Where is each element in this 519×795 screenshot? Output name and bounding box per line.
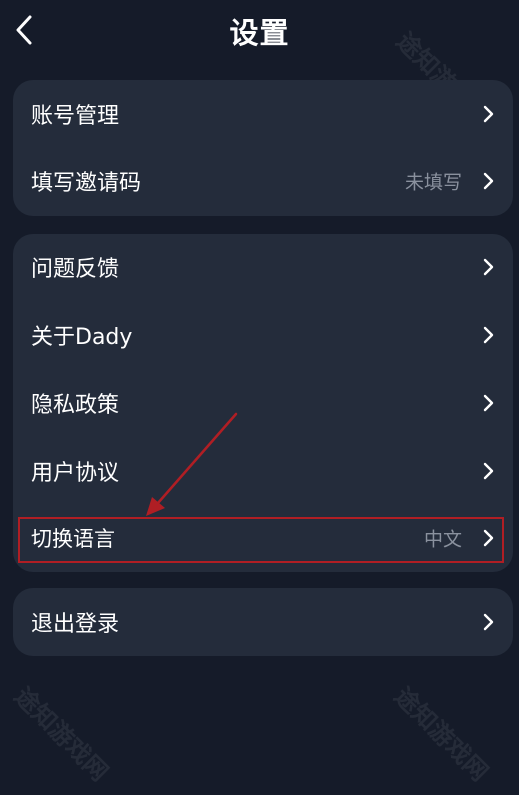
user-agreement-item[interactable]: 用户协议 — [13, 441, 513, 501]
switch-language-label: 切换语言 — [31, 527, 115, 551]
invite-code-item[interactable]: 填写邀请码 未填写 — [13, 151, 513, 211]
top-bar: 设置 — [0, 0, 519, 62]
feedback-item[interactable]: 问题反馈 — [13, 237, 513, 297]
page-title: 设置 — [229, 16, 290, 50]
logout-label: 退出登录 — [31, 612, 120, 637]
switch-language-item[interactable]: 切换语言 中文 — [13, 508, 513, 568]
chevron-right-icon — [483, 529, 494, 547]
logout-item[interactable]: 退出登录 — [13, 592, 513, 652]
info-settings-card: 问题反馈 关于Dady 隐私政策 用户协议 切换语言 中文 — [13, 234, 513, 572]
account-management-item[interactable]: 账号管理 — [13, 84, 513, 144]
chevron-right-icon — [483, 172, 494, 190]
chevron-right-icon — [483, 258, 494, 276]
current-language-value: 中文 — [423, 528, 462, 551]
account-management-label: 账号管理 — [31, 104, 120, 129]
privacy-policy-item[interactable]: 隐私政策 — [13, 373, 513, 433]
privacy-policy-label: 隐私政策 — [31, 393, 120, 418]
about-label: 关于Dady — [31, 325, 133, 350]
invite-code-status: 未填写 — [404, 171, 462, 194]
chevron-right-icon — [483, 326, 494, 344]
chevron-right-icon — [483, 462, 494, 480]
watermark: 途知游戏网 — [388, 681, 494, 787]
watermark: 途知游戏网 — [8, 681, 114, 787]
chevron-right-icon — [483, 105, 494, 123]
about-item[interactable]: 关于Dady — [13, 305, 513, 365]
account-settings-card: 账号管理 填写邀请码 未填写 — [13, 80, 513, 216]
chevron-right-icon — [483, 613, 494, 631]
invite-code-label: 填写邀请码 — [31, 171, 142, 196]
user-agreement-label: 用户协议 — [31, 461, 120, 486]
logout-card: 退出登录 — [13, 588, 513, 656]
chevron-right-icon — [483, 394, 494, 412]
feedback-label: 问题反馈 — [31, 257, 120, 282]
